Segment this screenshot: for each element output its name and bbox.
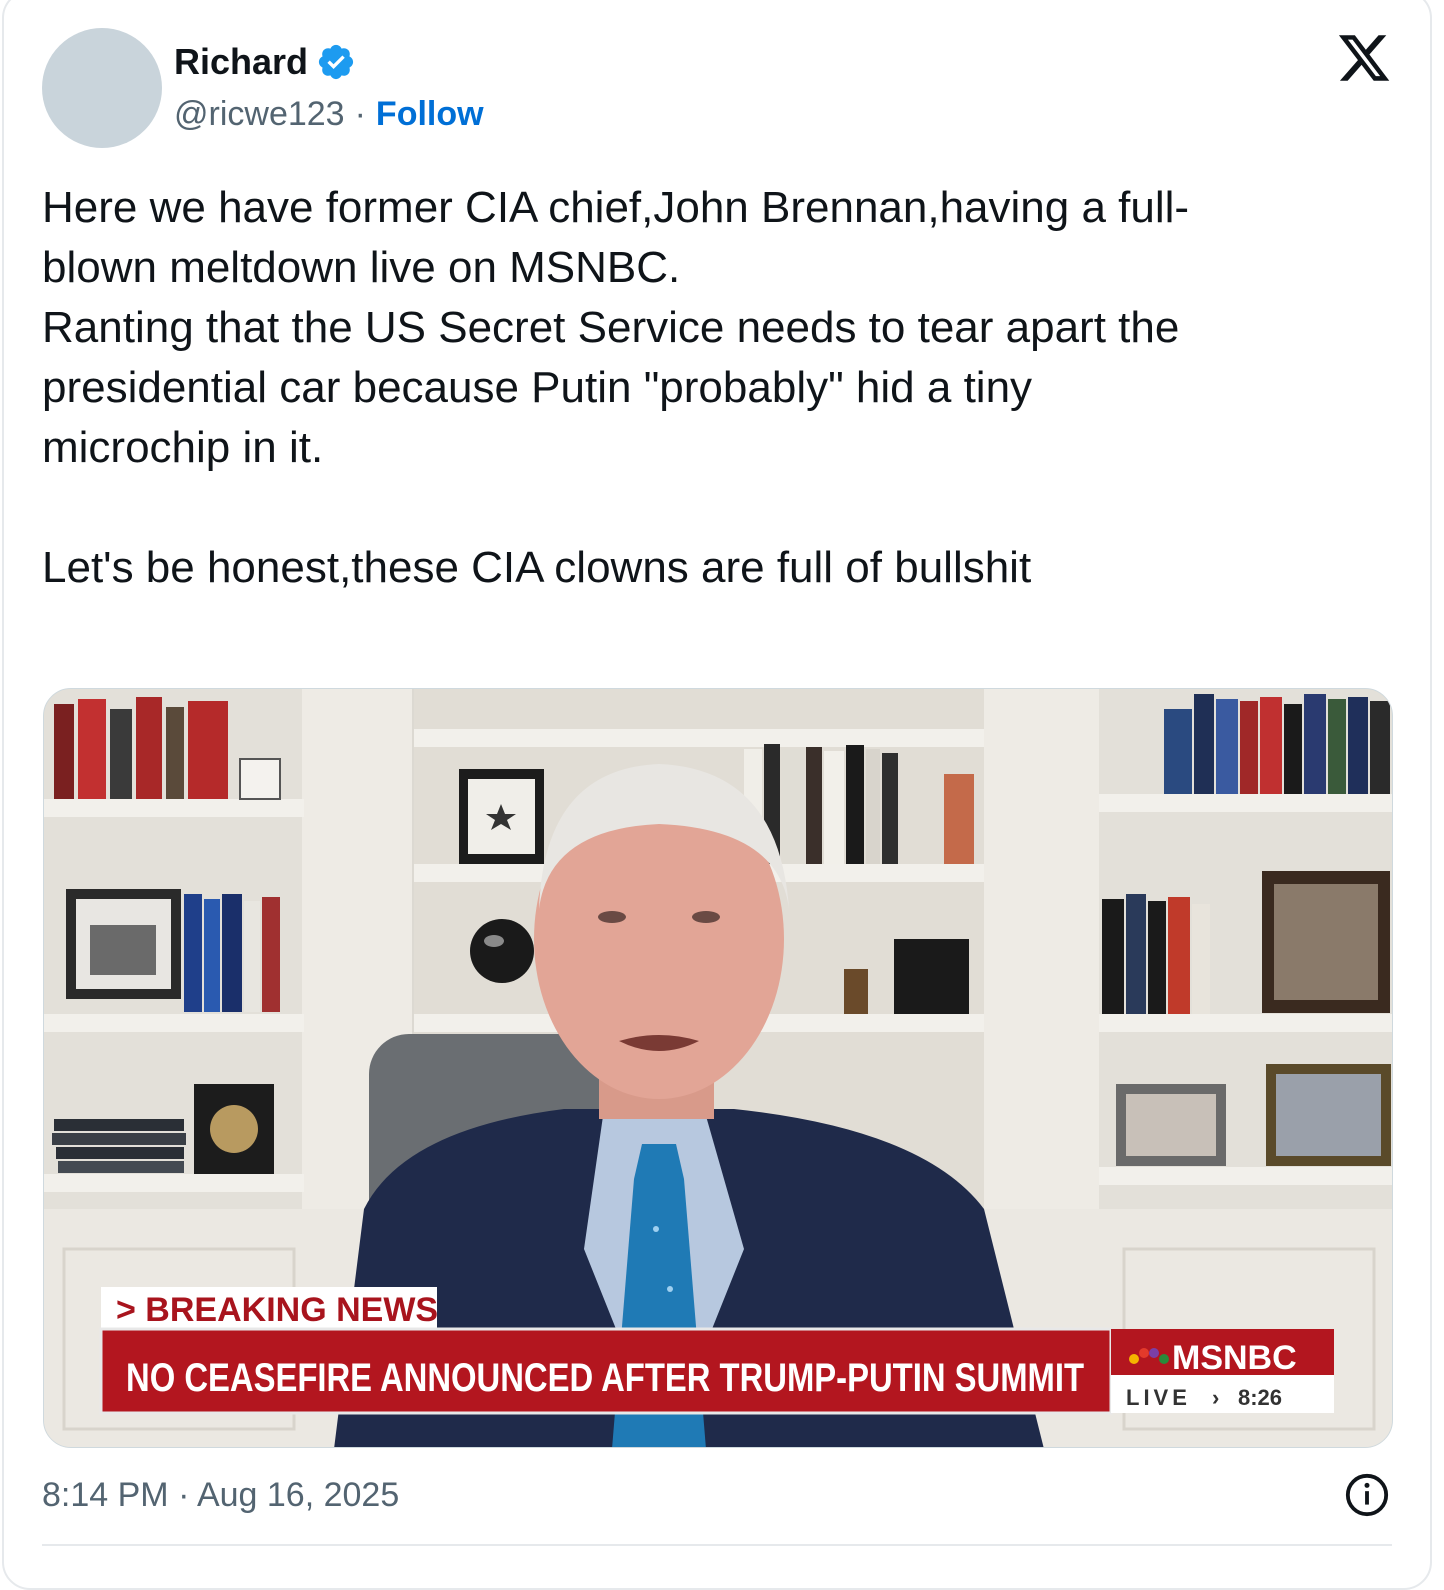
video-thumbnail[interactable]: > BREAKING NEWS NO CEASEFIRE ANNOUNCED A… xyxy=(43,688,1393,1448)
author-handle-row: @ricwe123 · Follow xyxy=(174,92,484,136)
verified-badge-icon xyxy=(318,44,354,80)
divider xyxy=(42,1544,1392,1546)
avatar[interactable] xyxy=(42,28,162,148)
separator-dot: · xyxy=(354,95,366,133)
live-arrow-icon: › xyxy=(1212,1385,1219,1410)
network-name: MSNBC xyxy=(1172,1339,1297,1377)
tweet-text: Here we have former CIA chief,John Brenn… xyxy=(42,183,1190,592)
news-headline: NO CEASEFIRE ANNOUNCED AFTER TRUMP-PUTIN… xyxy=(126,1356,1084,1400)
author-display-name[interactable]: Richard xyxy=(174,40,308,84)
x-logo-icon[interactable] xyxy=(1336,30,1392,86)
author-handle[interactable]: @ricwe123 xyxy=(174,92,345,136)
tweet-timestamp[interactable]: 8:14 PM · Aug 16, 2025 xyxy=(42,1472,399,1518)
broadcast-time: 8:26 xyxy=(1238,1385,1282,1410)
author-name-row: Richard xyxy=(174,40,356,84)
live-label: LIVE xyxy=(1126,1385,1191,1410)
follow-button[interactable]: Follow xyxy=(376,92,484,136)
info-icon[interactable] xyxy=(1344,1472,1390,1518)
video-frame: > BREAKING NEWS NO CEASEFIRE ANNOUNCED A… xyxy=(44,689,1392,1447)
breaking-news-label: > BREAKING NEWS xyxy=(116,1291,438,1329)
